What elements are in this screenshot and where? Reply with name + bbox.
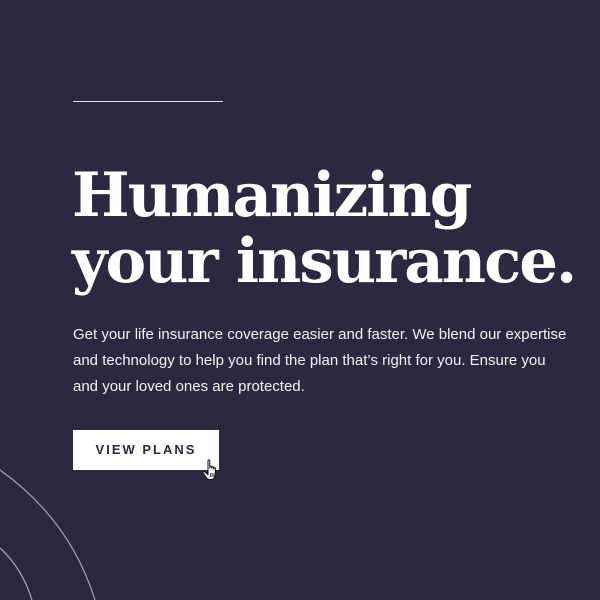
hero-headline-line-2: your insurance. — [72, 226, 577, 297]
hero-description-line-3: and your loved ones are protected. — [73, 378, 305, 395]
hero-headline-line-1: Humanizing — [72, 160, 472, 231]
view-plans-button[interactable]: VIEW PLANS — [73, 430, 219, 470]
hero-headline: Humanizing your insurance. — [72, 160, 577, 297]
decorative-arcs — [0, 469, 96, 600]
hand-pointer-icon — [202, 459, 216, 480]
hero-section: Humanizing your insurance. Get your life… — [0, 0, 600, 600]
hero-description-line-1: Get your life insurance coverage easier … — [73, 326, 567, 343]
hero-description: Get your life insurance coverage easier … — [73, 322, 600, 400]
hero-description-line-2: and technology to help you find the plan… — [73, 352, 546, 369]
decorative-rule — [73, 101, 223, 102]
